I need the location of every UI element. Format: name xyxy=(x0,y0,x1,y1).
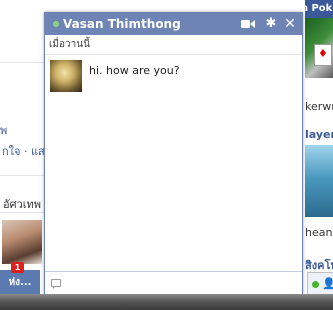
background-text: kerwm xyxy=(305,100,333,113)
chat-titlebar[interactable]: Vasan Thimthong ✱ ✕ xyxy=(45,13,302,35)
notification-count-badge: 1 xyxy=(11,262,24,273)
chat-message-list[interactable]: hi. how are you? xyxy=(45,55,302,271)
chat-message: hi. how are you? xyxy=(89,64,180,77)
chat-sidebar-tab[interactable]: 👤 xyxy=(307,272,333,295)
background-text: heans xyxy=(305,226,333,239)
playing-card-icon xyxy=(314,44,332,66)
last-active-status: เมื่อวานนี้ xyxy=(49,39,90,50)
gear-icon[interactable]: ✱ xyxy=(264,13,278,35)
background-link[interactable]: พ xyxy=(0,121,7,139)
chat-message-input[interactable] xyxy=(63,274,295,292)
chat-contact-name[interactable]: Vasan Thimthong xyxy=(63,13,181,35)
online-status-icon xyxy=(53,21,59,27)
background-right-column: Texas HoldEm Pok kerwm layers heans สิงค… xyxy=(305,0,333,310)
online-status-icon xyxy=(312,281,319,288)
minimized-chat-tab[interactable]: ห่ง... xyxy=(0,270,40,294)
person-icon: 👤 xyxy=(322,277,333,290)
taskbar xyxy=(0,294,333,310)
chat-status-bar: เมื่อวานนี้ xyxy=(45,35,302,55)
game-thumbnail[interactable] xyxy=(305,145,333,217)
divider xyxy=(0,62,44,63)
video-camera-icon[interactable] xyxy=(241,13,255,35)
background-photo[interactable] xyxy=(2,220,42,264)
chat-window: Vasan Thimthong ✱ ✕ เมื่อวานนี้ hi. how … xyxy=(44,12,303,295)
background-left-column: พ กใจ · แสด อัศวเทพ ห่ง... 1 xyxy=(0,0,52,310)
chat-input-bar xyxy=(45,271,302,295)
divider xyxy=(0,175,44,176)
close-icon[interactable]: ✕ xyxy=(283,13,297,35)
app-title[interactable]: Texas HoldEm Pok xyxy=(305,0,333,18)
avatar[interactable] xyxy=(50,60,82,92)
background-link[interactable]: layers xyxy=(305,128,333,141)
background-text: อัศวเทพ xyxy=(3,198,42,211)
speech-bubble-icon xyxy=(51,279,61,289)
